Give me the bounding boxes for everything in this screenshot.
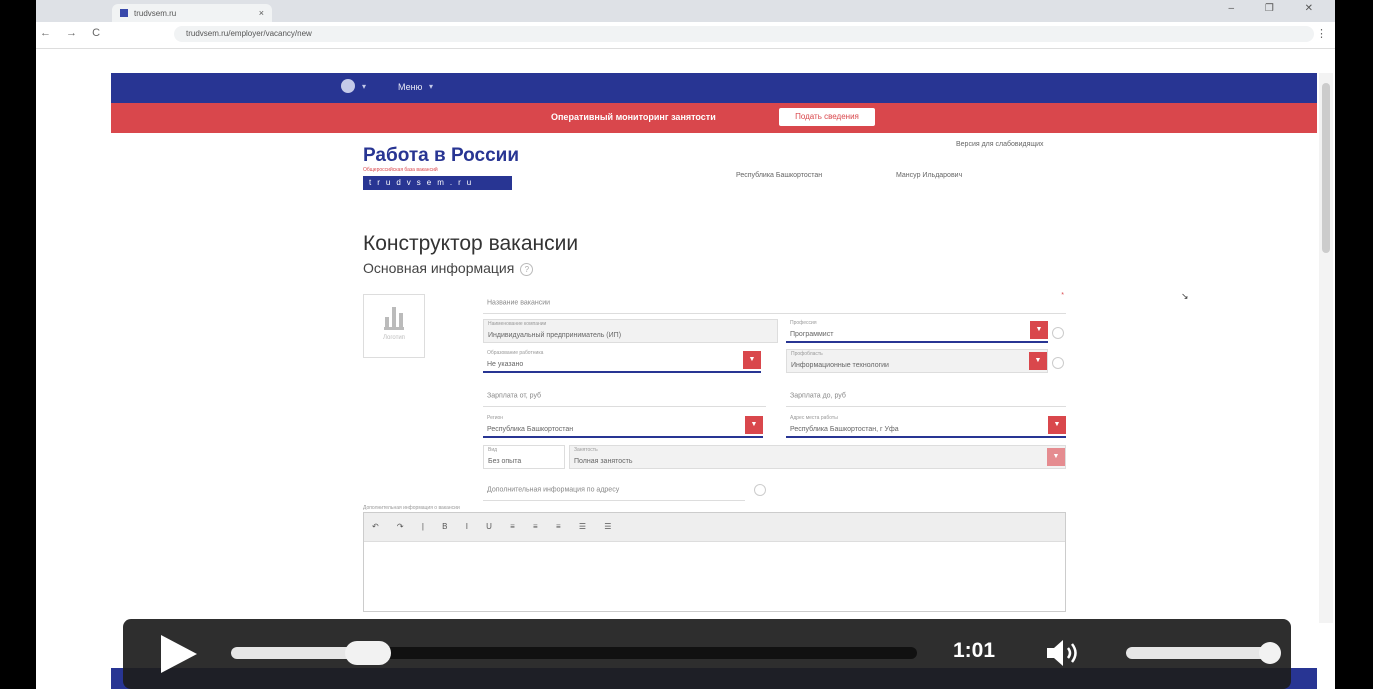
alert-button[interactable]: Подать сведения	[779, 108, 875, 126]
chevron-down-icon: ▾	[362, 82, 367, 91]
user-link[interactable]: Мансур Ильдарович	[896, 172, 962, 179]
profession-value: Программист	[790, 331, 834, 338]
mouse-cursor-icon: ↘	[1181, 291, 1189, 301]
volume-slider[interactable]	[1126, 642, 1282, 664]
chevron-down-icon[interactable]: ▼	[1047, 448, 1065, 466]
alert-bar: Оперативный мониторинг занятости Подать …	[111, 103, 1317, 133]
education-select[interactable]: Образование работника Не указано ▼	[483, 349, 761, 373]
section-title-text: Основная информация	[363, 260, 515, 276]
browser-menu-icon[interactable]: ⋮	[1316, 27, 1327, 40]
extra-address-input[interactable]: Дополнительная информация по адресу	[483, 479, 745, 501]
category-select[interactable]: Профобласть Информационные технологии ▼	[786, 349, 1048, 373]
chevron-down-icon: ▾	[429, 82, 434, 91]
schedule-value: Без опыта	[488, 458, 522, 465]
chevron-down-icon[interactable]: ▼	[743, 351, 761, 369]
schedule-field[interactable]: Вид Без опыта	[483, 445, 565, 469]
extra-address-placeholder: Дополнительная информация по адресу	[487, 486, 620, 493]
current-time: 1:01	[953, 639, 996, 662]
description-editor[interactable]: ↶ ↷ | B I U ≡ ≡ ≡ ☰ ☰	[363, 512, 1066, 612]
browser-tabbar: trudvsem.ru × – ❐ ✕	[36, 0, 1335, 22]
work-address-select[interactable]: Адрес места работы Республика Башкортост…	[786, 414, 1066, 438]
region-value: Республика Башкортостан	[487, 426, 574, 433]
work-address-value: Республика Башкортостан, г Уфа	[790, 426, 899, 433]
salary-to-input[interactable]: Зарплата до, руб	[786, 385, 1066, 407]
work-address-label: Адрес места работы	[790, 415, 838, 421]
logo-upload-label: Логотип	[383, 335, 405, 341]
help-icon[interactable]: ?	[520, 262, 534, 276]
video-player-controls: 1:01	[123, 619, 1291, 689]
organization-field: Наименование компании Индивидуальный пре…	[483, 319, 778, 343]
region-label: Регион	[487, 415, 504, 421]
editor-toolbar[interactable]: ↶ ↷ | B I U ≡ ≡ ≡ ☰ ☰	[364, 513, 1065, 542]
category-value: Информационные технологии	[791, 362, 889, 369]
volume-thumb[interactable]	[1259, 642, 1282, 664]
volume-fill	[1126, 647, 1271, 659]
organization-label: Наименование компании	[488, 321, 547, 327]
address-bar-row: ← → C trudvsem.ru/employer/vacancy/new ⋮	[36, 22, 1335, 49]
browser-tab[interactable]: trudvsem.ru ×	[112, 4, 272, 22]
help-icon[interactable]	[754, 484, 766, 496]
page-scrollbar[interactable]	[1319, 73, 1333, 623]
employment-select[interactable]: Занятость Полная занятость ▼	[569, 445, 1066, 469]
schedule-label: Вид	[488, 447, 498, 453]
chevron-down-icon[interactable]: ▼	[1048, 416, 1066, 434]
region-select[interactable]: Регион Республика Башкортостан ▼	[483, 414, 763, 438]
profession-select[interactable]: Профессия Программист ▼	[786, 319, 1048, 343]
editor-label: Дополнительная информация о вакансии	[363, 505, 460, 511]
site-logo-title[interactable]: Работа в России	[363, 145, 519, 167]
vacancy-name-input[interactable]: Название вакансии *	[483, 292, 1066, 314]
speaker-volume-icon[interactable]	[1045, 637, 1083, 669]
salary-from-placeholder: Зарплата от, руб	[487, 392, 542, 399]
site-logo-subtitle: Общероссийская база вакансий	[363, 167, 438, 173]
required-mark: *	[1061, 292, 1064, 299]
favicon-icon	[120, 9, 128, 17]
profession-label: Профессия	[790, 320, 817, 326]
salary-to-placeholder: Зарплата до, руб	[790, 392, 846, 399]
emblem-icon[interactable]	[341, 79, 355, 93]
screen: trudvsem.ru × – ❐ ✕ ← → C trudvsem.ru/em…	[36, 0, 1335, 689]
play-icon[interactable]	[161, 635, 197, 673]
tab-title: trudvsem.ru	[134, 8, 177, 18]
seek-thumb[interactable]	[345, 641, 392, 665]
seek-bar[interactable]	[231, 641, 917, 665]
nav-buttons[interactable]: ← → C	[40, 27, 106, 39]
window-controls[interactable]: – ❐ ✕	[1229, 3, 1327, 14]
site-logo-tagline: trudvsem.ru	[363, 176, 512, 190]
salary-from-input[interactable]: Зарплата от, руб	[483, 385, 766, 407]
chevron-down-icon[interactable]: ▼	[745, 416, 763, 434]
page-title: Конструктор вакансии	[363, 232, 579, 255]
help-icon[interactable]	[1052, 327, 1064, 339]
education-value: Не указано	[487, 361, 524, 368]
education-label: Образование работника	[487, 350, 544, 356]
employment-value: Полная занятость	[574, 458, 633, 465]
category-label: Профобласть	[791, 351, 823, 357]
scrollbar-thumb[interactable]	[1322, 83, 1330, 253]
site-topbar: ▾ Меню ▾	[111, 73, 1317, 103]
accessibility-link[interactable]: Версия для слабовидящих	[956, 141, 1044, 148]
chevron-down-icon[interactable]: ▼	[1029, 352, 1047, 370]
logo-upload[interactable]: Логотип	[363, 294, 425, 358]
url-input[interactable]: trudvsem.ru/employer/vacancy/new	[174, 26, 1314, 42]
section-title: Основная информация?	[363, 260, 534, 276]
employment-label: Занятость	[574, 447, 598, 453]
menu-link[interactable]: Меню	[398, 82, 422, 92]
region-selector[interactable]: Республика Башкортостан	[736, 172, 822, 179]
building-icon	[384, 305, 404, 330]
vacancy-name-placeholder: Название вакансии	[487, 299, 551, 306]
chevron-down-icon[interactable]: ▼	[1030, 321, 1048, 339]
help-icon[interactable]	[1052, 357, 1064, 369]
organization-value: Индивидуальный предприниматель (ИП)	[488, 332, 622, 339]
alert-text: Оперативный мониторинг занятости	[551, 112, 716, 122]
close-tab-icon[interactable]: ×	[259, 8, 264, 18]
